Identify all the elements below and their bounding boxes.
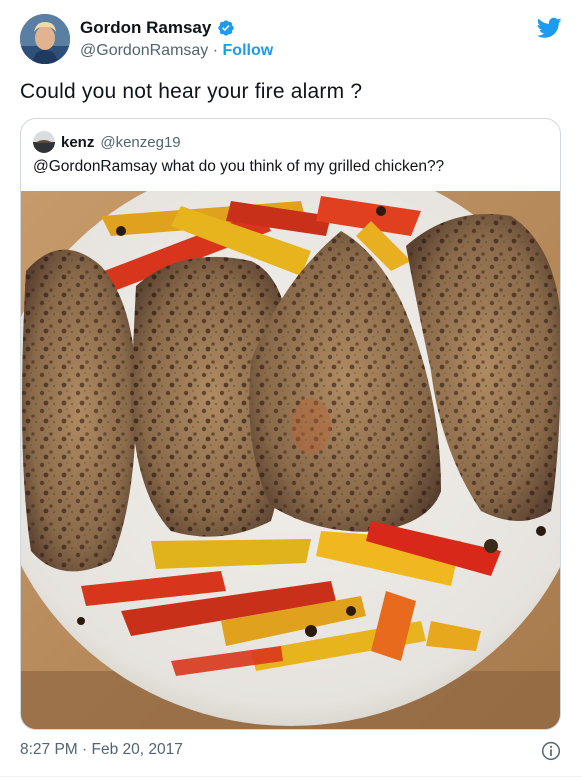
info-icon[interactable]	[541, 741, 561, 761]
quoted-author-name[interactable]: kenz	[61, 134, 94, 151]
follow-button[interactable]: Follow	[223, 42, 274, 59]
author-name[interactable]: Gordon Ramsay	[80, 18, 211, 38]
author-handle[interactable]: @GordonRamsay	[80, 42, 208, 59]
author-avatar[interactable]	[20, 14, 70, 64]
author-name-row: Gordon Ramsay	[80, 18, 235, 38]
quoted-author-handle[interactable]: @kenzeg19	[100, 134, 180, 151]
quoted-header: kenz @kenzeg19	[33, 131, 181, 153]
author-handle-row: @GordonRamsay · Follow	[80, 42, 273, 60]
verified-badge-icon	[218, 20, 234, 36]
quoted-avatar[interactable]	[33, 131, 55, 153]
quoted-text: @GordonRamsay what do you think of my gr…	[33, 158, 445, 175]
divider	[0, 776, 582, 777]
twitter-bird-icon[interactable]	[537, 17, 562, 39]
grilled-chicken-photo[interactable]	[21, 191, 561, 730]
tweet-timestamp[interactable]: 8:27 PM · Feb 20, 2017	[20, 741, 183, 759]
tweet-card: Gordon Ramsay @GordonRamsay · Follow Cou…	[0, 0, 582, 781]
separator-dot: ·	[212, 42, 219, 59]
quoted-tweet[interactable]: kenz @kenzeg19 @GordonRamsay what do you…	[20, 118, 561, 730]
tweet-text: Could you not hear your fire alarm ?	[20, 80, 363, 103]
